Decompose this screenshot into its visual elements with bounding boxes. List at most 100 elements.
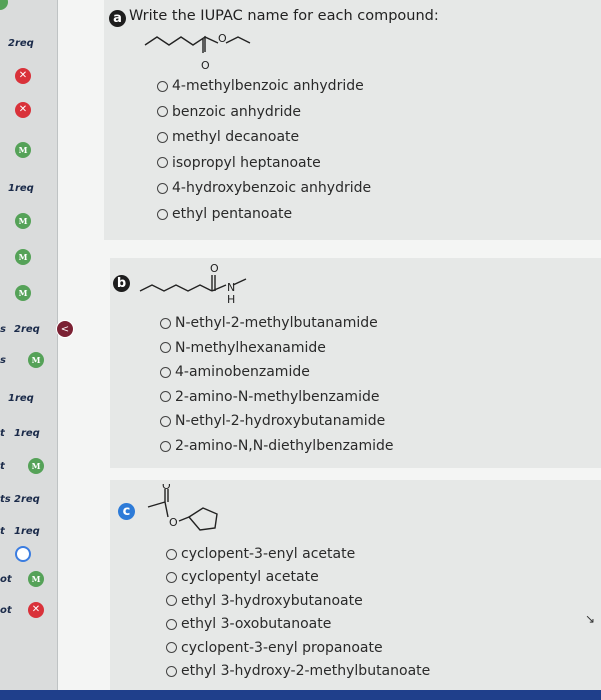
question-prompt: Write the IUPAC name for each compound: (129, 8, 439, 24)
in-progress-icon (15, 546, 31, 562)
question-sidebar: 2req ✕ ✕ M 1req M M Ms 2req s M 1req t 1req t Mts 2req t 1… (0, 0, 58, 700)
mastered-icon: M (15, 213, 31, 229)
sidebar-item-prefix: ot (0, 605, 12, 616)
sidebar-question-item[interactable]: t 1req (0, 420, 57, 450)
answer-option[interactable]: benzoic anhydride (157, 104, 301, 120)
answer-option[interactable]: N-methylhexanamide (160, 340, 326, 356)
section-a-badge: a (109, 10, 126, 27)
sidebar-item-prefix: ot (0, 574, 12, 585)
answer-option-label: 4-hydroxybenzoic anhydride (172, 180, 372, 197)
answer-option-label: ethyl pentanoate (172, 206, 293, 222)
sidebar-question-item[interactable]: 1req (0, 385, 57, 415)
answer-option-label: isopropyl heptanoate (172, 154, 321, 171)
sidebar-item-requirement: 2req (8, 38, 34, 49)
answer-option[interactable]: N-ethyl-2-hydroxybutanamide (160, 413, 385, 429)
radio-button[interactable] (160, 317, 171, 329)
mastered-icon (0, 0, 8, 10)
answer-option[interactable]: ethyl 3-hydroxybutanoate (166, 593, 363, 609)
sidebar-item-prefix: s (0, 324, 6, 335)
sidebar-question-item[interactable]: s 2req (0, 316, 57, 346)
answer-option-label: 2-amino-N,N-diethylbenzamide (175, 438, 394, 454)
sidebar-item-prefix: t (0, 461, 5, 472)
molecule-a: O O (144, 32, 251, 72)
radio-button[interactable] (160, 342, 171, 354)
answer-option[interactable]: ethyl pentanoate (157, 206, 292, 222)
sidebar-item-requirement: 1req (14, 428, 40, 439)
molecule-b: O N H (139, 262, 247, 306)
answer-option[interactable]: ethyl 3-oxobutanoate (166, 616, 331, 632)
answer-option[interactable]: 4-methylbenzoic anhydride (157, 78, 364, 94)
sidebar-question-item[interactable]: ✕ (0, 97, 57, 127)
answer-option[interactable]: isopropyl heptanoate (157, 155, 321, 171)
radio-button[interactable] (157, 131, 168, 143)
sidebar-question-item[interactable]: ot ✕ (0, 597, 57, 627)
answer-option[interactable]: cyclopentyl acetate (166, 569, 319, 585)
molecule-c-ring (187, 507, 218, 531)
radio-button[interactable] (157, 80, 168, 92)
cursor-icon: ↘ (585, 612, 596, 626)
radio-button[interactable] (157, 157, 168, 169)
radio-button[interactable] (157, 208, 168, 220)
sidebar-item-requirement: 1req (8, 183, 34, 194)
radio-button[interactable] (160, 366, 171, 378)
radio-button[interactable] (166, 548, 177, 560)
radio-button[interactable] (166, 665, 177, 677)
answer-option[interactable]: 2-amino-N,N-diethylbenzamide (160, 438, 394, 454)
answer-option-label: ethyl 3-hydroxy-2-methylbutanoate (181, 663, 431, 679)
radio-button[interactable] (160, 415, 171, 427)
radio-button[interactable] (166, 642, 177, 654)
radio-button[interactable] (160, 391, 171, 403)
answer-option-label: cyclopent-3-enyl propanoate (181, 639, 383, 656)
mastered-icon: M (15, 249, 31, 265)
molecule-c-o-ring (178, 516, 190, 522)
molecule-c-methyl (147, 501, 166, 508)
answer-option-label: cyclopentyl acetate (181, 569, 319, 586)
answer-option[interactable]: N-ethyl-2-methylbutanamide (160, 315, 378, 331)
radio-button[interactable] (160, 440, 171, 452)
section-b-badge: b (113, 275, 130, 292)
sidebar-question-item[interactable]: ✕ (0, 63, 57, 93)
sidebar-question-item[interactable]: M (0, 280, 57, 310)
radio-button[interactable] (166, 595, 177, 607)
answer-option[interactable]: cyclopent-3-enyl acetate (166, 546, 355, 562)
radio-button[interactable] (166, 618, 177, 630)
mastered-icon: M (28, 352, 44, 368)
radio-button[interactable] (166, 571, 177, 583)
answer-option[interactable]: methyl decanoate (157, 129, 299, 145)
sidebar-item-requirement: 2req (14, 494, 40, 505)
sidebar-item-requirement: 1req (8, 393, 34, 404)
answer-option[interactable]: cyclopent-3-enyl propanoate (166, 640, 383, 656)
sidebar-question-item[interactable] (0, 0, 57, 30)
answer-option[interactable]: 4-hydroxybenzoic anhydride (157, 180, 371, 196)
molecule-a-ethyl (225, 36, 251, 44)
answer-option-label: 4-aminobenzamide (175, 364, 310, 381)
molecule-a-chain (144, 35, 219, 52)
sidebar-question-item[interactable]: M (0, 208, 57, 238)
radio-button[interactable] (157, 106, 168, 118)
molecule-a-O-carbonyl: O (201, 59, 210, 72)
sidebar-question-item[interactable]: sM (0, 347, 57, 377)
sidebar-question-item[interactable]: ts 2req (0, 486, 57, 516)
molecule-b-O: O (210, 262, 219, 275)
radio-button[interactable] (157, 182, 168, 194)
sidebar-question-item[interactable]: tM (0, 453, 57, 483)
answer-option-label: N-ethyl-2-hydroxybutanamide (175, 413, 386, 430)
answer-option[interactable]: 2-amino-N-methylbenzamide (160, 389, 379, 405)
molecule-a-O-ester: O (218, 32, 227, 45)
sidebar-question-item[interactable]: 1req (0, 175, 57, 205)
answer-option-label: ethyl 3-hydroxybutanoate (181, 592, 363, 609)
answer-option-label: methyl decanoate (172, 129, 300, 146)
answer-option[interactable]: ethyl 3-hydroxy-2-methylbutanoate (166, 663, 430, 679)
collapse-sidebar-button[interactable]: < (56, 320, 74, 338)
sidebar-item-requirement: 1req (14, 526, 40, 537)
sidebar-question-item[interactable]: M (0, 244, 57, 274)
sidebar-question-item[interactable]: M (0, 137, 57, 167)
mastered-icon: M (28, 458, 44, 474)
answer-option-label: 2-amino-N-methylbenzamide (175, 388, 380, 405)
answer-option-label: 4-methylbenzoic anhydride (172, 78, 364, 94)
molecule-b-chain (139, 284, 213, 292)
sidebar-question-item[interactable]: ot M (0, 566, 57, 596)
sidebar-question-item[interactable]: 2req (0, 30, 57, 60)
answer-option[interactable]: 4-aminobenzamide (160, 364, 310, 380)
sidebar-item-prefix: ts (0, 494, 11, 505)
